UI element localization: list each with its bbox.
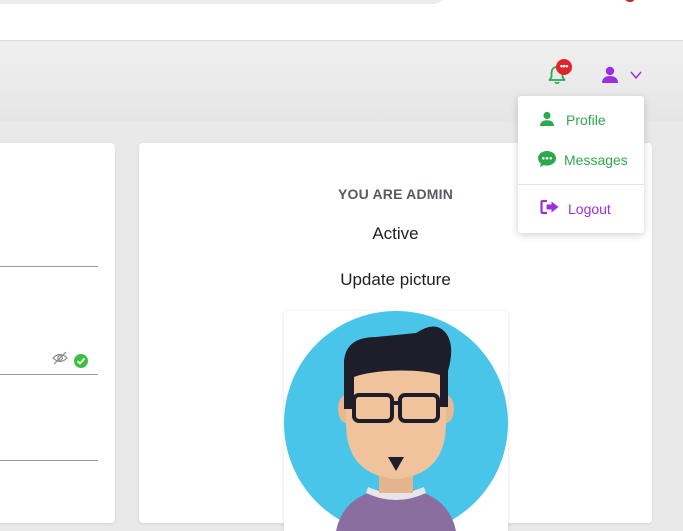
chat-bubble-icon bbox=[538, 151, 556, 167]
user-icon bbox=[602, 66, 618, 83]
menu-item-profile[interactable]: Profile bbox=[518, 105, 644, 135]
account-form-card bbox=[0, 143, 115, 523]
top-badge bbox=[624, 0, 636, 2]
avatar-icon bbox=[284, 311, 508, 531]
menu-item-messages[interactable]: Messages bbox=[518, 145, 644, 175]
menu-item-label: Profile bbox=[566, 112, 606, 128]
top-bar bbox=[0, 0, 683, 41]
avatar[interactable] bbox=[284, 311, 508, 531]
notification-badge: ••• bbox=[556, 59, 572, 75]
user-icon bbox=[540, 111, 554, 126]
search-bar[interactable] bbox=[0, 0, 445, 4]
logout-icon bbox=[540, 199, 559, 215]
menu-item-label: Messages bbox=[564, 152, 628, 168]
menu-divider bbox=[518, 184, 644, 185]
chevron-down-icon bbox=[630, 71, 642, 80]
user-menu-button[interactable] bbox=[600, 64, 648, 86]
menu-item-label: Logout bbox=[568, 201, 611, 217]
eye-off-icon[interactable] bbox=[52, 351, 68, 365]
menu-item-logout[interactable]: Logout bbox=[518, 194, 644, 224]
input-underline[interactable] bbox=[0, 460, 98, 461]
input-underline[interactable] bbox=[0, 266, 98, 267]
update-picture-button[interactable]: Update picture bbox=[139, 270, 652, 290]
password-underline[interactable] bbox=[0, 374, 98, 375]
check-circle-icon bbox=[74, 354, 88, 368]
user-dropdown-menu: Profile Messages Logout bbox=[518, 96, 644, 233]
